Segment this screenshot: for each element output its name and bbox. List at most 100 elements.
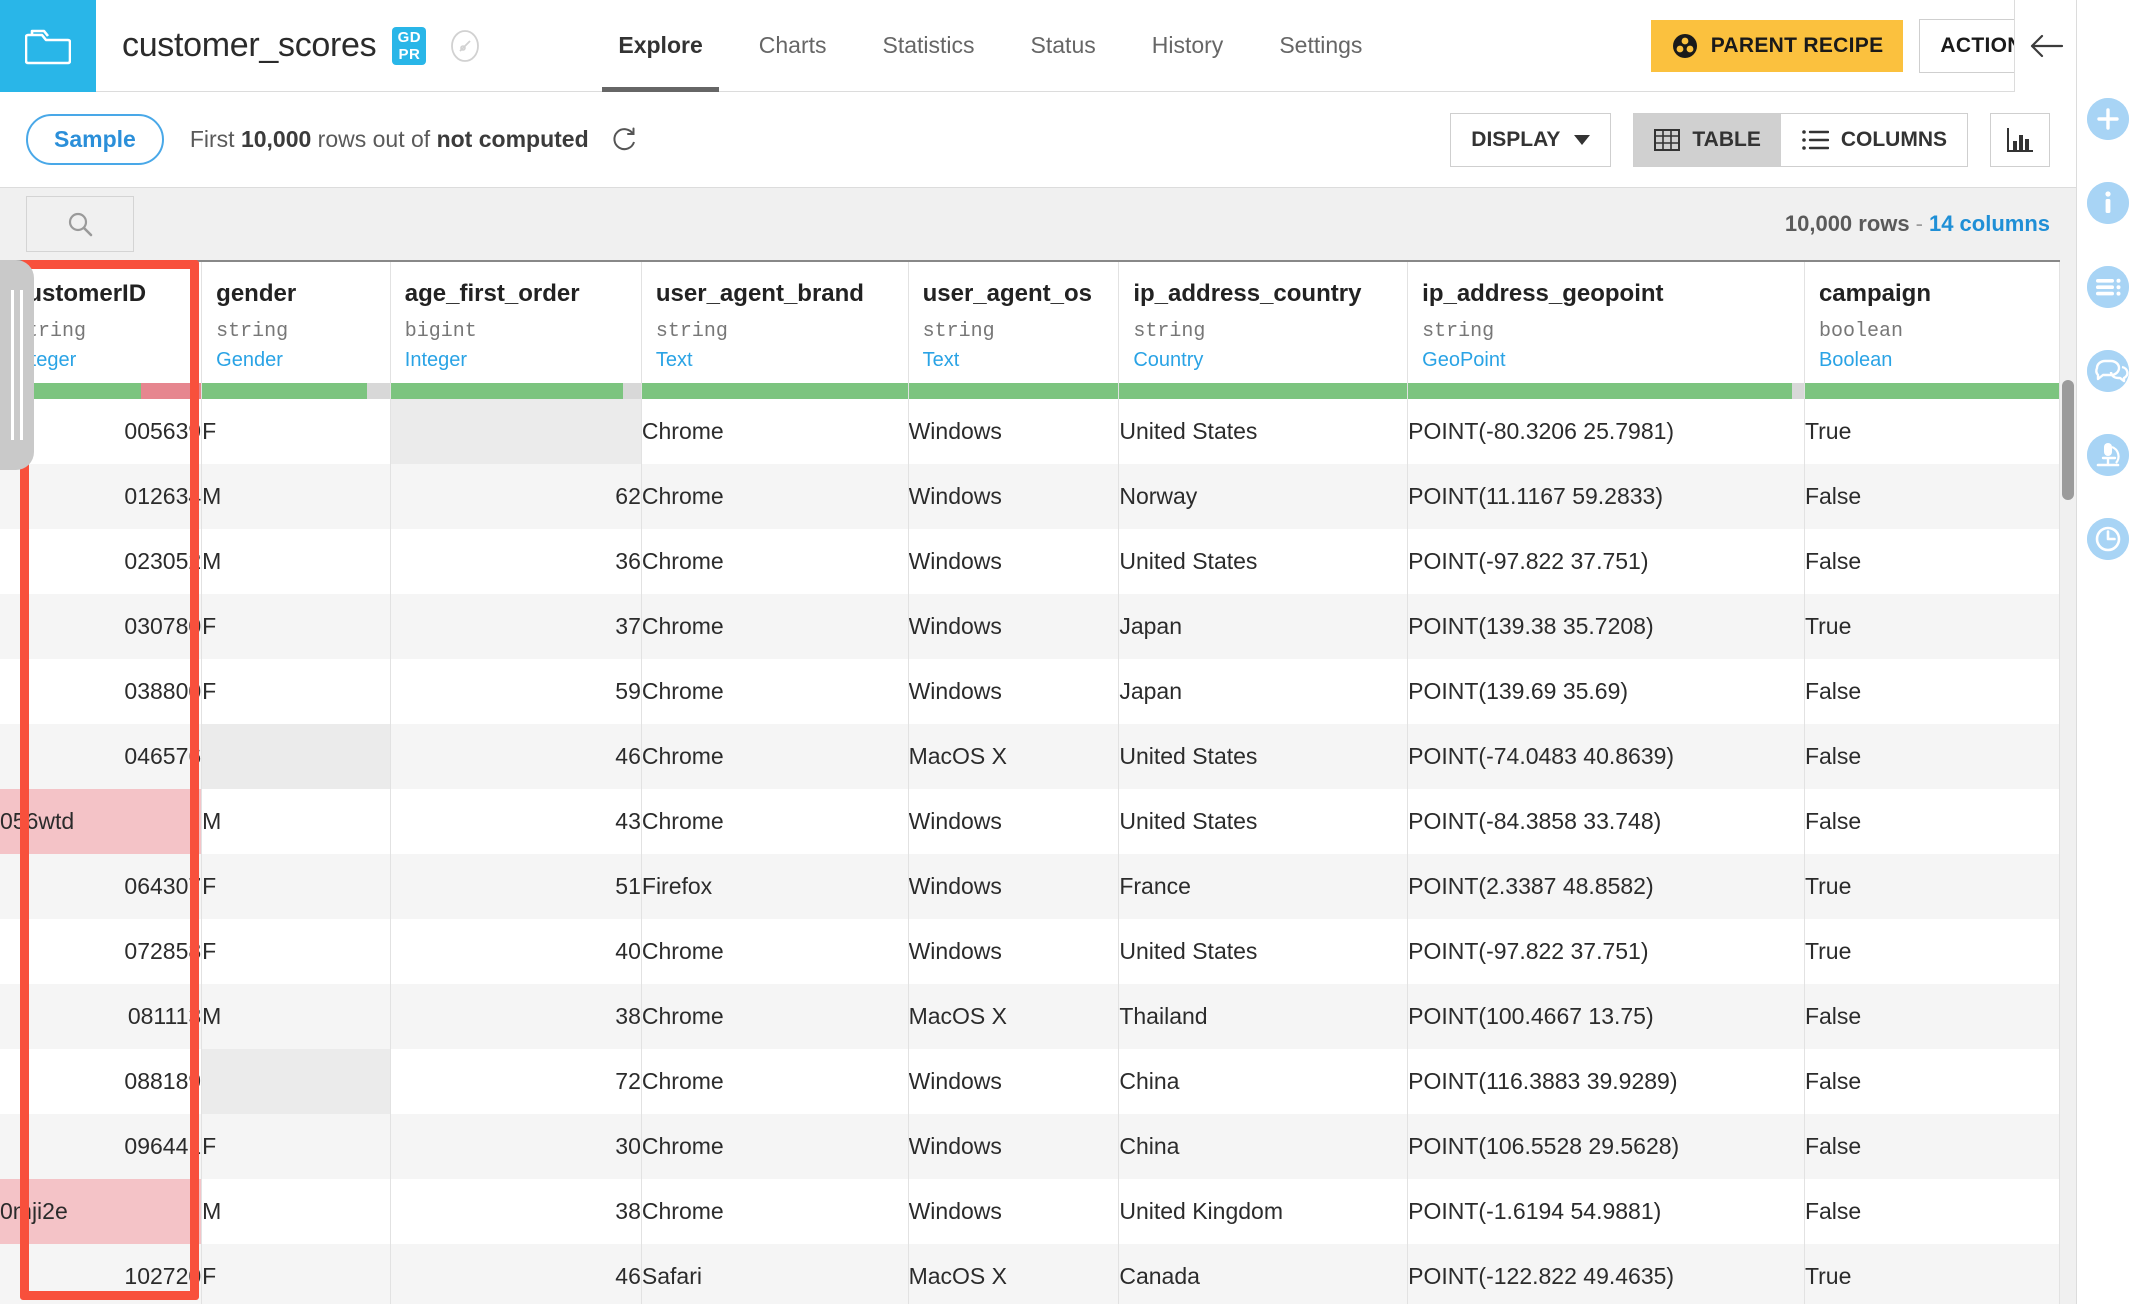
cell-age_first_order[interactable]: 51 [390, 854, 642, 919]
cell-user_agent_os[interactable]: Windows [908, 594, 1120, 659]
column-header-user_agent_brand[interactable]: user_agent_brand string Text [641, 260, 909, 399]
cell-user_agent_brand[interactable]: Chrome [641, 1114, 909, 1179]
cell-age_first_order[interactable]: 62 [390, 464, 642, 529]
info-icon[interactable] [2086, 182, 2129, 224]
cell-campaign[interactable]: True [1804, 854, 2061, 919]
cell-ip_address_country[interactable]: Thailand [1118, 984, 1409, 1049]
cell-ip_address_geopoint[interactable]: POINT(139.38 35.7208) [1407, 594, 1805, 659]
cell-user_agent_brand[interactable]: Chrome [641, 724, 909, 789]
cell-customerID[interactable]: 056wtd [0, 789, 203, 854]
cell-gender[interactable]: M [201, 529, 391, 594]
cell-user_agent_brand[interactable]: Chrome [641, 919, 909, 984]
cell-age_first_order[interactable] [390, 399, 642, 464]
cell-age_first_order[interactable]: 38 [390, 984, 642, 1049]
vertical-scrollbar-thumb[interactable] [2062, 380, 2074, 500]
table-row[interactable]: 046576 46 Chrome MacOS X United States POINT(… [0, 724, 2061, 789]
display-dropdown[interactable]: DISPLAY [1450, 112, 1612, 167]
column-meaning[interactable]: Text [909, 343, 1119, 372]
search-input[interactable] [26, 196, 134, 252]
cell-ip_address_country[interactable]: United States [1118, 789, 1409, 854]
cell-gender[interactable]: F [201, 854, 391, 919]
cell-customerID[interactable]: 081113 [0, 984, 203, 1049]
quick-chart-button[interactable] [1990, 112, 2050, 167]
cell-ip_address_country[interactable]: United States [1118, 724, 1409, 789]
cell-gender[interactable]: M [201, 464, 391, 529]
cell-campaign[interactable]: False [1804, 464, 2061, 529]
parent-recipe-button[interactable]: PARENT RECIPE [1650, 19, 1904, 72]
cell-customerID[interactable]: 102720 [0, 1244, 203, 1304]
table-row[interactable]: 012634 M 62 Chrome Windows Norway POINT(11.116… [0, 464, 2061, 529]
cell-gender[interactable] [201, 724, 391, 789]
column-header-campaign[interactable]: campaign boolean Boolean [1804, 260, 2061, 399]
columns-count-link[interactable]: 14 columns [1929, 211, 2050, 236]
cell-ip_address_geopoint[interactable]: POINT(116.3883 39.9289) [1407, 1049, 1805, 1114]
cell-campaign[interactable]: False [1804, 724, 2061, 789]
cell-age_first_order[interactable]: 72 [390, 1049, 642, 1114]
plus-icon[interactable] [2086, 98, 2129, 140]
column-meaning[interactable]: GeoPoint [1408, 343, 1804, 372]
cell-customerID[interactable]: 064307 [0, 854, 203, 919]
cell-user_agent_brand[interactable]: Chrome [641, 464, 909, 529]
cell-user_agent_os[interactable]: Windows [908, 789, 1120, 854]
cell-user_agent_os[interactable]: Windows [908, 854, 1120, 919]
cell-user_agent_os[interactable]: Windows [908, 529, 1120, 594]
cell-ip_address_country[interactable]: Canada [1118, 1244, 1409, 1304]
comments-icon[interactable] [2086, 350, 2129, 392]
cell-user_agent_brand[interactable]: Chrome [641, 529, 909, 594]
lab-microscope-icon[interactable] [2086, 434, 2129, 476]
cell-user_agent_brand[interactable]: Firefox [641, 854, 909, 919]
cell-user_agent_brand[interactable]: Chrome [641, 594, 909, 659]
cell-ip_address_country[interactable]: United Kingdom [1118, 1179, 1409, 1244]
cell-user_agent_os[interactable]: MacOS X [908, 724, 1120, 789]
table-row[interactable]: 0mji2e M 38 Chrome Windows United Kingdom POIN… [0, 1179, 2061, 1244]
cell-ip_address_geopoint[interactable]: POINT(-74.0483 40.8639) [1407, 724, 1805, 789]
column-header-user_agent_os[interactable]: user_agent_os string Text [908, 260, 1120, 399]
cell-campaign[interactable]: False [1804, 529, 2061, 594]
cell-campaign[interactable]: False [1804, 1179, 2061, 1244]
cell-gender[interactable]: F [201, 659, 391, 724]
cell-customerID[interactable]: 096441 [0, 1114, 203, 1179]
cell-gender[interactable]: F [201, 1244, 391, 1304]
column-header-ip_address_country[interactable]: ip_address_country string Country [1118, 260, 1409, 399]
cell-age_first_order[interactable]: 46 [390, 1244, 642, 1304]
cell-user_agent_os[interactable]: MacOS X [908, 1244, 1120, 1304]
cell-ip_address_geopoint[interactable]: POINT(139.69 35.69) [1407, 659, 1805, 724]
cell-ip_address_geopoint[interactable]: POINT(-97.822 37.751) [1407, 919, 1805, 984]
columns-view-toggle[interactable]: COLUMNS [1780, 113, 1967, 166]
cell-ip_address_geopoint[interactable]: POINT(-84.3858 33.748) [1407, 789, 1805, 854]
table-row[interactable]: 023052 M 36 Chrome Windows United States POINT… [0, 529, 2061, 594]
cell-gender[interactable]: M [201, 984, 391, 1049]
cell-campaign[interactable]: False [1804, 1049, 2061, 1114]
cell-campaign[interactable]: True [1804, 1244, 2061, 1304]
column-meaning[interactable]: Country [1119, 343, 1407, 372]
tab-charts[interactable]: Charts [731, 0, 855, 92]
column-meaning[interactable]: Integer [391, 343, 641, 372]
cell-ip_address_country[interactable]: Norway [1118, 464, 1409, 529]
tab-settings[interactable]: Settings [1251, 0, 1390, 92]
tab-status[interactable]: Status [1003, 0, 1124, 92]
cell-ip_address_geopoint[interactable]: POINT(-80.3206 25.7981) [1407, 399, 1805, 464]
cell-ip_address_country[interactable]: Japan [1118, 594, 1409, 659]
cell-campaign[interactable]: False [1804, 984, 2061, 1049]
cell-user_agent_os[interactable]: Windows [908, 659, 1120, 724]
table-row[interactable]: 096441 F 30 Chrome Windows China POINT(106.552… [0, 1114, 2061, 1179]
column-header-age_first_order[interactable]: age_first_order bigint Integer [390, 260, 642, 399]
cell-ip_address_country[interactable]: United States [1118, 399, 1409, 464]
table-row[interactable]: 038800 F 59 Chrome Windows Japan POINT(139.69 … [0, 659, 2061, 724]
cell-age_first_order[interactable]: 59 [390, 659, 642, 724]
table-row[interactable]: 088189 72 Chrome Windows China POINT(116.3883… [0, 1049, 2061, 1114]
table-row[interactable]: 056wtd M 43 Chrome Windows United States POINT… [0, 789, 2061, 854]
cell-ip_address_geopoint[interactable]: POINT(11.1167 59.2833) [1407, 464, 1805, 529]
cell-gender[interactable] [201, 1049, 391, 1114]
cell-campaign[interactable]: True [1804, 594, 2061, 659]
cell-gender[interactable]: M [201, 1179, 391, 1244]
cell-ip_address_geopoint[interactable]: POINT(-97.822 37.751) [1407, 529, 1805, 594]
cell-customerID[interactable]: 038800 [0, 659, 203, 724]
cell-user_agent_brand[interactable]: Safari [641, 1244, 909, 1304]
cell-ip_address_country[interactable]: United States [1118, 919, 1409, 984]
cell-user_agent_brand[interactable]: Chrome [641, 659, 909, 724]
cell-gender[interactable]: F [201, 399, 391, 464]
cell-age_first_order[interactable]: 46 [390, 724, 642, 789]
cell-ip_address_country[interactable]: France [1118, 854, 1409, 919]
tab-explore[interactable]: Explore [590, 0, 730, 92]
